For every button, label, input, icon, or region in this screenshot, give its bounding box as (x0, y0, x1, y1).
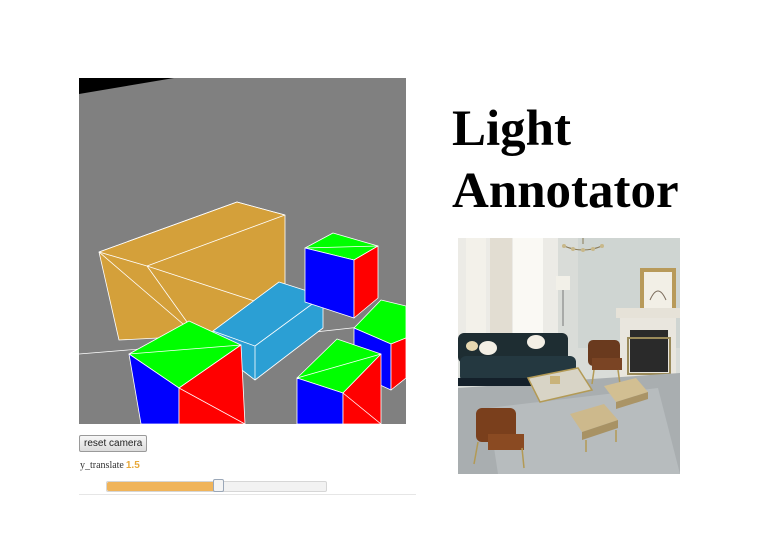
slider-value: 1.5 (125, 460, 140, 471)
3d-viewport[interactable] (79, 78, 406, 424)
rgb-cube-front-middle[interactable] (296, 338, 382, 424)
slider-name: y_translate (80, 460, 124, 471)
panel-divider (79, 494, 416, 495)
slider-fill (107, 482, 219, 491)
living-room-photo (458, 238, 680, 474)
top-left-shadow (79, 78, 174, 94)
rgb-cube-upper-right[interactable] (304, 232, 379, 319)
title-line-2: Annotator (452, 163, 679, 219)
slider-label: y_translate 1.5 (80, 460, 140, 471)
y-translate-slider[interactable] (106, 479, 327, 492)
reset-camera-button[interactable]: reset camera (79, 435, 148, 452)
title-line-1: Light (452, 101, 572, 157)
slider-handle[interactable] (212, 479, 224, 492)
page-title: Light Annotator (452, 98, 679, 222)
